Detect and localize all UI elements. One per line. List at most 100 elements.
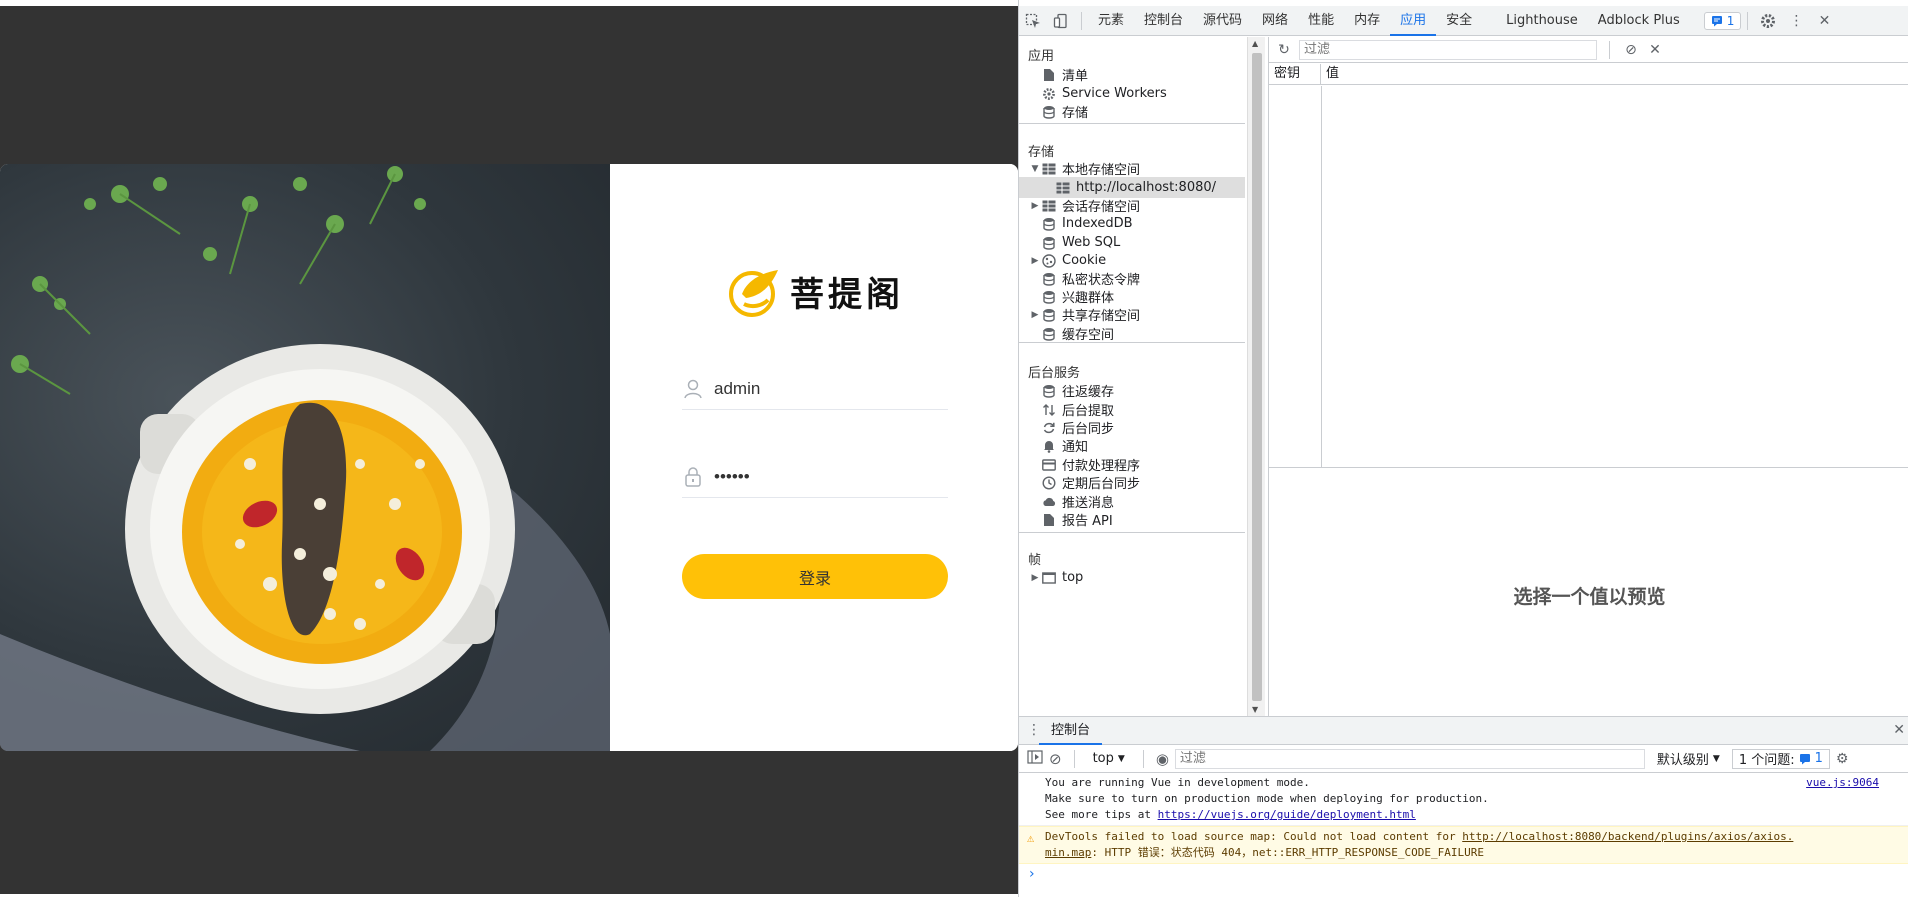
column-key[interactable]: 密钥 bbox=[1269, 64, 1321, 84]
inspect-element-icon[interactable] bbox=[1019, 7, 1047, 35]
sidebar-item-label: Service Workers bbox=[1062, 86, 1167, 101]
sidebar-divider bbox=[1019, 123, 1245, 124]
scroll-down-icon[interactable]: ▼ bbox=[1252, 705, 1258, 714]
password-input[interactable] bbox=[714, 466, 934, 487]
context-select[interactable]: top ▼ bbox=[1087, 751, 1131, 766]
sidebar-item-indexeddb[interactable]: IndexedDB bbox=[1019, 213, 1245, 234]
sidebar-item-item-2-0[interactable]: 往返缓存 bbox=[1019, 380, 1245, 401]
clear-console-icon[interactable]: ⊘ bbox=[1049, 750, 1062, 768]
more-vertical-icon[interactable]: ⋮ bbox=[1782, 7, 1810, 35]
console-prompt[interactable]: › bbox=[1019, 864, 1908, 884]
sidebar-item-top[interactable]: ▶ top bbox=[1019, 567, 1245, 588]
gear-icon[interactable] bbox=[1754, 7, 1782, 35]
close-icon[interactable]: ✕ bbox=[1810, 7, 1838, 35]
issues-badge[interactable]: 1 bbox=[1703, 11, 1742, 30]
deployment-guide-link[interactable]: https://vuejs.org/guide/deployment.html bbox=[1158, 808, 1416, 821]
sidebar-scrollbar[interactable]: ▲ ▼ bbox=[1247, 37, 1265, 716]
sidebar-item-label: 清单 bbox=[1062, 69, 1089, 84]
log-line: Make sure to turn on production mode whe… bbox=[1045, 792, 1489, 805]
sidebar-item-label: 报告 API bbox=[1062, 514, 1113, 529]
sidebar-item-label: 往返缓存 bbox=[1062, 385, 1115, 400]
collapsed-triangle-icon[interactable]: ▶ bbox=[1029, 573, 1041, 583]
sidebar-item-label: 本地存储空间 bbox=[1062, 163, 1141, 178]
sidebar-item-item-1-9[interactable]: 缓存空间 bbox=[1019, 323, 1245, 344]
cloud-icon bbox=[1041, 494, 1057, 510]
scrollbar-thumb[interactable] bbox=[1252, 53, 1262, 701]
device-toggle-icon[interactable] bbox=[1047, 7, 1075, 35]
log-level-select[interactable]: 默认级别 ▼ bbox=[1651, 749, 1726, 768]
sidebar-item-item-1-0[interactable]: ▼ 本地存储空间 bbox=[1019, 158, 1245, 179]
refresh-icon[interactable]: ↻ bbox=[1275, 36, 1293, 64]
toolbar-divider bbox=[1747, 11, 1749, 30]
lock-icon bbox=[682, 466, 704, 488]
sidebar-item-label: 缓存空间 bbox=[1062, 328, 1115, 343]
tab-performance[interactable]: 性能 bbox=[1298, 6, 1344, 36]
sidebar-item-api[interactable]: 报告 API bbox=[1019, 509, 1245, 530]
log-text: DevTools failed to load source map: Coul… bbox=[1045, 830, 1463, 843]
storage-toolbar: ↻ ⊘ ✕ bbox=[1269, 37, 1908, 63]
clock-icon bbox=[1041, 475, 1057, 491]
sidebar-item-item-2-5[interactable]: 定期后台同步 bbox=[1019, 472, 1245, 493]
storage-filter-input[interactable] bbox=[1299, 39, 1597, 60]
source-map-link[interactable]: http://localhost:8080/backend/plugins/ax… bbox=[1462, 830, 1793, 843]
drawer-close-icon[interactable]: ✕ bbox=[1893, 722, 1905, 738]
tab-security[interactable]: 安全 bbox=[1436, 6, 1482, 36]
console-settings-icon[interactable]: ⚙ bbox=[1836, 751, 1849, 767]
sync-icon bbox=[1041, 420, 1057, 436]
chevron-down-icon: ▼ bbox=[1712, 753, 1720, 764]
issues-label: 1 个问题: bbox=[1738, 753, 1795, 768]
database-icon bbox=[1041, 104, 1057, 120]
sidebar-toggle-icon[interactable] bbox=[1027, 749, 1043, 768]
log-source-link[interactable]: vue.js:9064 bbox=[1806, 775, 1879, 791]
warning-icon: ⚠ bbox=[1027, 831, 1035, 845]
tab-memory[interactable]: 内存 bbox=[1344, 6, 1390, 36]
sidebar-item-item-0-2[interactable]: 存储 bbox=[1019, 101, 1245, 122]
storage-view: ↻ ⊘ ✕ 密钥 值 选择一个值以预览 bbox=[1268, 37, 1908, 716]
devtools-toolbar: 元素 控制台 源代码 网络 性能 内存 应用 安全 Lighthouse Adb… bbox=[1019, 6, 1908, 36]
scroll-up-icon[interactable]: ▲ bbox=[1252, 39, 1258, 48]
column-value[interactable]: 值 bbox=[1321, 64, 1339, 84]
log-text: See more tips at bbox=[1045, 808, 1158, 821]
collapsed-triangle-icon[interactable]: ▶ bbox=[1029, 201, 1041, 211]
tab-network[interactable]: 网络 bbox=[1252, 6, 1298, 36]
database-icon bbox=[1041, 326, 1057, 342]
sidebar-section-title: 应用 bbox=[1028, 49, 1055, 64]
username-input[interactable] bbox=[714, 378, 934, 399]
issues-count-value: 1 bbox=[1814, 751, 1823, 766]
sidebar-item-label: IndexedDB bbox=[1062, 216, 1133, 231]
sidebar-divider bbox=[1019, 532, 1245, 533]
console-issues-button[interactable]: 1 个问题: 1 bbox=[1731, 748, 1830, 769]
key-value-table: 密钥 值 bbox=[1269, 64, 1908, 468]
tab-application[interactable]: 应用 bbox=[1390, 6, 1437, 36]
brand-logo: 菩提阁 bbox=[728, 264, 904, 318]
toolbar-divider bbox=[1142, 749, 1144, 768]
sidebar-item-label: 存储 bbox=[1062, 106, 1089, 121]
collapsed-triangle-icon[interactable]: ▶ bbox=[1029, 256, 1041, 266]
user-icon bbox=[682, 378, 704, 400]
clear-all-icon[interactable]: ⊘ bbox=[1622, 36, 1640, 64]
console-filter-input[interactable] bbox=[1174, 748, 1645, 769]
sidebar-item-item-1-8[interactable]: ▶ 共享存储空间 bbox=[1019, 304, 1245, 325]
food-illustration bbox=[0, 166, 610, 751]
username-field bbox=[682, 368, 948, 410]
screen: { "login": { "brand": "菩提阁", "username_v… bbox=[0, 0, 1908, 897]
collapsed-triangle-icon[interactable]: ▶ bbox=[1029, 310, 1041, 320]
tab-sources[interactable]: 源代码 bbox=[1193, 6, 1252, 36]
tab-lighthouse[interactable]: Lighthouse bbox=[1496, 6, 1588, 36]
expanded-triangle-icon[interactable]: ▼ bbox=[1029, 164, 1041, 174]
file-icon bbox=[1041, 67, 1057, 83]
drawer-menu-icon[interactable]: ⋮ bbox=[1027, 722, 1041, 738]
tab-console[interactable]: 控制台 bbox=[1134, 6, 1193, 36]
drawer-tab-console[interactable]: 控制台 bbox=[1039, 717, 1103, 745]
login-button[interactable]: 登录 bbox=[682, 554, 948, 599]
chevron-down-icon: ▼ bbox=[1117, 753, 1125, 764]
source-map-link-cont[interactable]: min.map bbox=[1045, 846, 1091, 859]
delete-selected-icon[interactable]: ✕ bbox=[1646, 36, 1664, 64]
sidebar-item-item-2-3[interactable]: 通知 bbox=[1019, 435, 1245, 456]
log-level-value: 默认级别 bbox=[1656, 753, 1709, 768]
tab-adblock-plus[interactable]: Adblock Plus bbox=[1588, 6, 1690, 36]
tab-elements[interactable]: 元素 bbox=[1088, 6, 1134, 36]
eye-icon[interactable]: ◉ bbox=[1156, 750, 1169, 768]
sidebar-item-label: 定期后台同步 bbox=[1062, 477, 1141, 492]
sidebar-item-item-0-0[interactable]: 清单 bbox=[1019, 64, 1245, 85]
